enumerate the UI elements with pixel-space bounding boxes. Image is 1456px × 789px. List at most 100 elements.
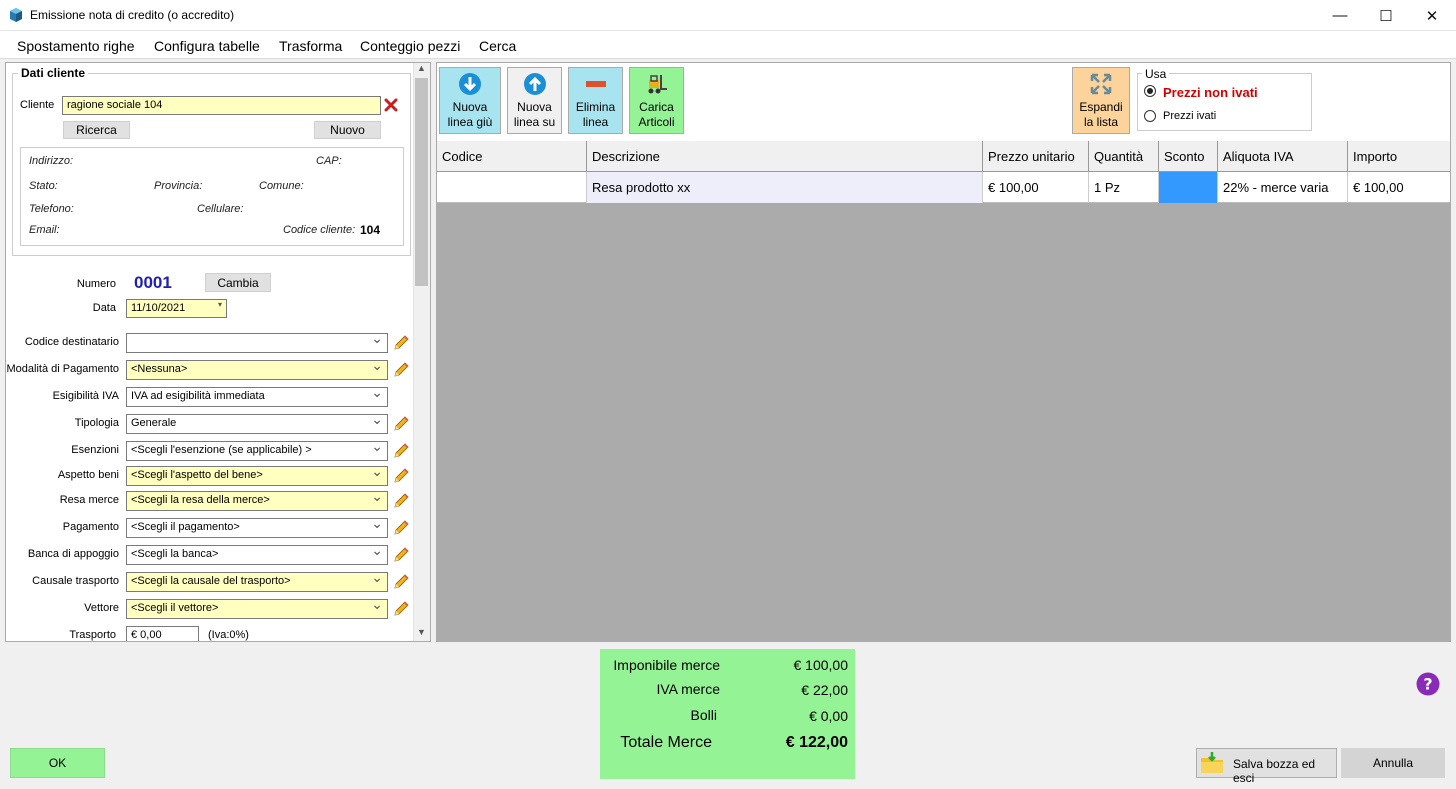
right-lines-panel: Nuova linea giù Nuova linea su Elimina l… xyxy=(436,62,1451,642)
minimize-button[interactable]: — xyxy=(1317,0,1363,31)
prices-net-label[interactable]: Prezzi non ivati xyxy=(1163,85,1258,100)
edit-pencil-icon[interactable] xyxy=(392,492,410,510)
chevron-down-icon[interactable]: ⌄ xyxy=(371,388,383,401)
menu-conteggio-pezzi[interactable]: Conteggio pezzi xyxy=(360,38,460,54)
menu-cerca[interactable]: Cerca xyxy=(479,38,516,54)
delete-line-button[interactable]: Elimina linea xyxy=(568,67,623,134)
vat-label: IVA merce xyxy=(656,681,720,697)
close-button[interactable]: ✕ xyxy=(1409,0,1455,31)
chevron-down-icon[interactable]: ⌄ xyxy=(371,492,383,505)
transport-input[interactable]: € 0,00 xyxy=(126,626,199,641)
address-label: Indirizzo: xyxy=(29,155,74,167)
cell-descrizione[interactable]: Resa prodotto xx xyxy=(587,172,983,203)
ok-button[interactable]: OK xyxy=(10,748,105,778)
field-dropdown[interactable]: <Scegli l'aspetto del bene> ⌄ xyxy=(126,466,388,486)
cell-sconto[interactable] xyxy=(1159,172,1218,203)
new-client-button[interactable]: Nuovo xyxy=(314,121,381,139)
chevron-down-icon[interactable]: ⌄ xyxy=(371,442,383,455)
field-dropdown[interactable]: <Scegli l'esenzione (se applicabile) > ⌄ xyxy=(126,441,388,461)
field-dropdown[interactable]: <Scegli la causale del trasporto> ⌄ xyxy=(126,572,388,592)
edit-pencil-icon[interactable] xyxy=(392,546,410,564)
edit-pencil-icon[interactable] xyxy=(392,442,410,460)
vat-value: € 22,00 xyxy=(801,682,848,698)
chevron-down-icon[interactable]: ⌄ xyxy=(371,361,383,374)
prices-gross-label[interactable]: Prezzi ivati xyxy=(1163,110,1216,122)
edit-pencil-icon[interactable] xyxy=(392,415,410,433)
date-dropdown-icon[interactable]: ▾ xyxy=(218,300,222,309)
field-dropdown[interactable]: <Scegli il vettore> ⌄ xyxy=(126,599,388,619)
cell-prezzo[interactable]: € 100,00 xyxy=(983,172,1089,203)
state-label: Stato: xyxy=(29,180,58,192)
use-prices-group xyxy=(1137,73,1312,131)
edit-pencil-icon[interactable] xyxy=(392,573,410,591)
load-items-button[interactable]: Carica Articoli xyxy=(629,67,684,134)
window-title: Emissione nota di credito (o accredito) xyxy=(30,8,235,22)
field-dropdown[interactable]: Generale ⌄ xyxy=(126,414,388,434)
menu-configura-tabelle[interactable]: Configura tabelle xyxy=(154,38,260,54)
col-header-prezzo[interactable]: Prezzo unitario xyxy=(983,141,1089,172)
field-dropdown[interactable]: <Scegli la resa della merce> ⌄ xyxy=(126,491,388,511)
chevron-down-icon[interactable]: ⌄ xyxy=(371,573,383,586)
help-icon[interactable]: ? xyxy=(1416,672,1440,696)
edit-pencil-icon[interactable] xyxy=(392,361,410,379)
col-header-sconto[interactable]: Sconto xyxy=(1159,141,1218,172)
minus-icon xyxy=(585,81,606,87)
chevron-down-icon[interactable]: ⌄ xyxy=(371,467,383,480)
scroll-up-icon[interactable]: ▲ xyxy=(417,63,426,73)
change-number-button[interactable]: Cambia xyxy=(205,273,271,292)
chevron-down-icon[interactable]: ⌄ xyxy=(371,546,383,559)
radio-prices-net[interactable] xyxy=(1144,85,1156,97)
edit-pencil-icon[interactable] xyxy=(392,519,410,537)
new-line-down-button[interactable]: Nuova linea giù xyxy=(439,67,501,134)
close-icon: ✕ xyxy=(1425,7,1439,25)
grid-header: Codice Descrizione Prezzo unitario Quant… xyxy=(437,141,1450,172)
cancel-button[interactable]: Annulla xyxy=(1341,748,1445,778)
field-value: <Scegli l'esenzione (se applicabile) > xyxy=(131,444,312,456)
col-header-quantita[interactable]: Quantità xyxy=(1089,141,1159,172)
menu-trasforma[interactable]: Trasforma xyxy=(279,38,342,54)
scrollbar-thumb[interactable] xyxy=(415,78,428,286)
svg-text:?: ? xyxy=(1423,675,1432,694)
field-dropdown[interactable]: <Nessuna> ⌄ xyxy=(126,360,388,380)
arrow-up-icon xyxy=(523,73,546,95)
field-dropdown[interactable]: ⌄ xyxy=(126,333,388,353)
cell-quantita[interactable]: 1 Pz xyxy=(1089,172,1159,203)
total-label: Totale Merce xyxy=(620,734,712,751)
expand-list-button[interactable]: Espandi la lista xyxy=(1072,67,1130,134)
date-picker[interactable]: 11/10/2021 ▾ xyxy=(126,299,227,318)
col-header-importo[interactable]: Importo xyxy=(1348,141,1450,172)
edit-pencil-icon[interactable] xyxy=(392,467,410,485)
field-dropdown[interactable]: <Scegli il pagamento> ⌄ xyxy=(126,518,388,538)
search-client-button[interactable]: Ricerca xyxy=(63,121,130,139)
field-dropdown[interactable]: <Scegli la banca> ⌄ xyxy=(126,545,388,565)
client-group-title: Dati cliente xyxy=(18,66,89,80)
chevron-down-icon[interactable]: ⌄ xyxy=(371,334,383,347)
col-header-aliquota[interactable]: Aliquota IVA xyxy=(1218,141,1348,172)
save-draft-button[interactable]: Salva bozza ed esci xyxy=(1196,748,1337,785)
chevron-down-icon[interactable]: ⌄ xyxy=(371,600,383,613)
menu-spostamento-righe[interactable]: Spostamento righe xyxy=(17,38,135,54)
cell-aliquota[interactable]: 22% - merce varia xyxy=(1218,172,1348,203)
field-value: <Scegli il vettore> xyxy=(131,602,219,614)
new-line-up-button[interactable]: Nuova linea su xyxy=(507,67,562,134)
field-value: Generale xyxy=(131,417,177,429)
maximize-button[interactable]: ☐ xyxy=(1363,0,1409,31)
col-header-codice[interactable]: Codice xyxy=(437,141,587,172)
field-label: Aspetto beni xyxy=(57,469,119,481)
edit-pencil-icon[interactable] xyxy=(392,600,410,618)
edit-pencil-icon[interactable] xyxy=(392,334,410,352)
cell-importo[interactable]: € 100,00 xyxy=(1348,172,1450,203)
field-value: <Scegli la resa della merce> xyxy=(131,494,270,506)
chevron-down-icon[interactable]: ⌄ xyxy=(371,519,383,532)
clear-client-icon[interactable] xyxy=(384,98,398,112)
field-value: <Scegli il pagamento> xyxy=(131,521,240,533)
col-header-descrizione[interactable]: Descrizione xyxy=(587,141,983,172)
cell-codice[interactable] xyxy=(437,172,587,203)
table-row[interactable]: Resa prodotto xx € 100,00 1 Pz 22% - mer… xyxy=(437,172,1450,203)
chevron-down-icon[interactable]: ⌄ xyxy=(371,415,383,428)
radio-prices-gross[interactable] xyxy=(1144,110,1156,122)
field-label: Pagamento xyxy=(62,521,119,533)
client-input[interactable]: ragione sociale 104 xyxy=(62,96,381,115)
scroll-down-icon[interactable]: ▼ xyxy=(417,627,426,637)
field-dropdown[interactable]: IVA ad esigibilità immediata ⌄ xyxy=(126,387,388,407)
